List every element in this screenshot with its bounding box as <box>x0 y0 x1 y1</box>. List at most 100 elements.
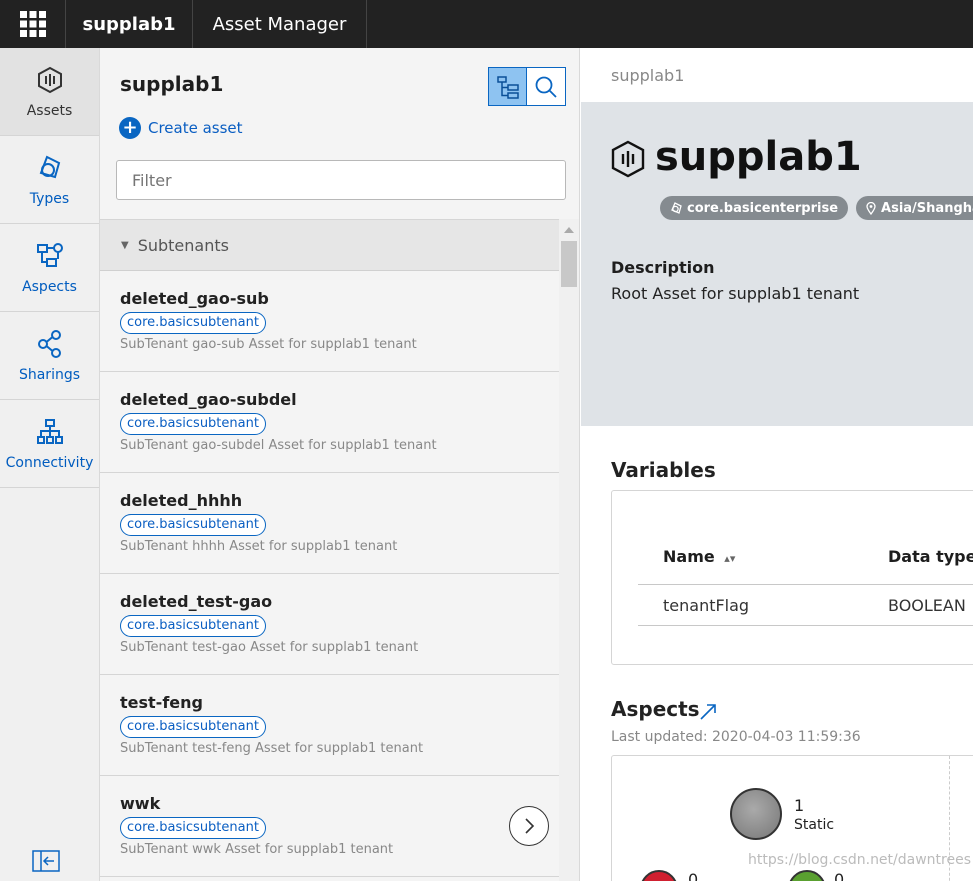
nav-item-sharings[interactable]: Sharings <box>0 312 99 400</box>
description-label: Description <box>611 258 715 277</box>
nav-item-connectivity[interactable]: Connectivity <box>0 400 99 488</box>
aspects-title: Aspects <box>611 697 700 721</box>
create-asset-label: Create asset <box>148 119 243 137</box>
type-chip-label: core.basicenterprise <box>687 200 839 216</box>
column-label: Name <box>663 547 715 566</box>
variable-name: tenantFlag <box>663 596 750 615</box>
filter-input[interactable] <box>116 160 566 200</box>
item-description: SubTenant test-gao Asset for supplab1 te… <box>120 640 419 655</box>
list-item[interactable]: deleted_test-gao core.basicsubtenant Sub… <box>100 574 559 675</box>
scroll-up-icon[interactable] <box>564 227 574 233</box>
item-name: deleted_hhhh <box>120 491 243 510</box>
external-link-icon[interactable] <box>698 702 718 722</box>
watermark: https://blog.csdn.net/dawntrees <box>748 852 972 868</box>
item-description: SubTenant gao-subdel Asset for supplab1 … <box>120 438 437 453</box>
item-description: SubTenant test-feng Asset for supplab1 t… <box>120 741 424 756</box>
types-icon <box>39 155 60 178</box>
breadcrumb[interactable]: supplab1 <box>611 66 684 85</box>
nav-label: Types <box>29 190 70 207</box>
plus-icon: + <box>119 117 141 139</box>
type-chip[interactable]: core.basicenterprise <box>660 196 849 220</box>
item-name: deleted_gao-subdel <box>120 390 297 409</box>
type-badge: core.basicsubtenant <box>120 817 266 839</box>
nav-label: Sharings <box>18 366 81 383</box>
green-aspect-indicator[interactable] <box>788 870 826 881</box>
type-badge: core.basicsubtenant <box>120 413 266 435</box>
type-badge: core.basicsubtenant <box>120 716 266 738</box>
type-badge: core.basicsubtenant <box>120 312 266 334</box>
open-item-button[interactable] <box>509 806 549 846</box>
variables-title: Variables <box>611 458 716 482</box>
type-badge: core.basicsubtenant <box>120 514 266 536</box>
description-text: Root Asset for supplab1 tenant <box>611 284 860 303</box>
connectivity-icon <box>36 418 63 444</box>
static-count: 1 <box>794 796 805 815</box>
tree-view-button[interactable] <box>488 67 527 106</box>
column-header-name[interactable]: Name ▴▾ <box>663 547 735 566</box>
column-header-datatype[interactable]: Data type <box>888 547 973 566</box>
sort-icon[interactable]: ▴▾ <box>724 552 735 565</box>
asset-chips: core.basicenterprise Asia/Shanghai <box>660 196 973 220</box>
nav-item-types[interactable]: Types <box>0 136 99 224</box>
app-launcher-button[interactable] <box>0 0 66 48</box>
tenant-name[interactable]: supplab1 <box>66 0 193 48</box>
timezone-chip-label: Asia/Shanghai <box>881 200 973 216</box>
variables-table: Name ▴▾ Data type tenantFlag BOOLEAN <box>611 490 973 665</box>
list-item[interactable]: wwk core.basicsubtenant SubTenant wwk As… <box>100 776 559 877</box>
item-description: SubTenant hhhh Asset for supplab1 tenant <box>120 539 398 554</box>
item-description: SubTenant wwk Asset for supplab1 tenant <box>120 842 394 857</box>
app-title[interactable]: Asset Manager <box>193 0 367 48</box>
asset-icon <box>37 66 62 93</box>
list-scrollbar[interactable] <box>559 219 579 881</box>
scroll-thumb[interactable] <box>561 241 577 287</box>
static-aspect-indicator[interactable] <box>730 788 782 840</box>
collapse-sidebar-icon[interactable] <box>32 849 60 873</box>
top-bar: supplab1 Asset Manager <box>0 0 973 48</box>
timezone-chip[interactable]: Asia/Shanghai <box>856 196 973 220</box>
location-pin-icon <box>866 201 876 215</box>
item-description: SubTenant gao-sub Asset for supplab1 ten… <box>120 337 417 352</box>
nav-label: Aspects <box>22 278 77 295</box>
asset-icon <box>611 140 645 178</box>
last-updated: Last updated: 2020-04-03 11:59:36 <box>611 729 861 745</box>
asset-list: ▼ Subtenants deleted_gao-sub core.basics… <box>100 219 559 881</box>
static-label: Static <box>794 817 835 833</box>
table-row[interactable]: tenantFlag BOOLEAN <box>638 586 973 626</box>
type-badge: core.basicsubtenant <box>120 615 266 637</box>
nav-label: Connectivity <box>5 454 94 471</box>
asset-title: supplab1 <box>655 134 862 180</box>
nav-label: Assets <box>26 102 73 119</box>
caret-down-icon: ▼ <box>121 239 129 251</box>
asset-detail-panel: supplab1 supplab1 core.basicenterprise A… <box>581 48 973 881</box>
item-name: test-feng <box>120 693 203 712</box>
subtenants-group-header[interactable]: ▼ Subtenants <box>100 220 559 271</box>
list-item[interactable]: test-feng core.basicsubtenant SubTenant … <box>100 675 559 776</box>
green-count: 0 <box>834 870 845 881</box>
search-icon <box>535 76 557 98</box>
red-count: 0 <box>688 870 699 881</box>
group-label: Subtenants <box>137 235 229 255</box>
list-item[interactable]: deleted_gao-sub core.basicsubtenant SubT… <box>100 271 559 372</box>
item-name: deleted_gao-sub <box>120 289 269 308</box>
item-name: deleted_test-gao <box>120 592 273 611</box>
left-navigation: Assets Types Aspects Sharings Connectivi… <box>0 48 100 881</box>
type-icon <box>671 202 682 214</box>
view-toggle <box>488 67 566 106</box>
chevron-right-icon <box>525 818 535 834</box>
search-view-button[interactable] <box>527 67 566 106</box>
list-item[interactable]: deleted_hhhh core.basicsubtenant SubTena… <box>100 473 559 574</box>
asset-list-panel: supplab1 + Create asset ▼ Subtenants d <box>100 48 580 881</box>
variable-datatype: BOOLEAN <box>888 596 966 615</box>
list-title: supplab1 <box>120 72 224 96</box>
list-item[interactable]: deleted_gao-subdel core.basicsubtenant S… <box>100 372 559 473</box>
asset-header: supplab1 core.basicenterprise Asia/Shang… <box>581 102 973 426</box>
create-asset-button[interactable]: + Create asset <box>119 117 243 139</box>
aspects-icon <box>36 242 63 267</box>
app-grid-icon <box>19 11 46 37</box>
nav-item-assets[interactable]: Assets <box>0 48 99 136</box>
red-aspect-indicator[interactable] <box>640 870 678 881</box>
nav-item-aspects[interactable]: Aspects <box>0 224 99 312</box>
share-icon <box>37 329 61 358</box>
tree-view-icon <box>496 75 519 99</box>
item-name: wwk <box>120 794 161 813</box>
